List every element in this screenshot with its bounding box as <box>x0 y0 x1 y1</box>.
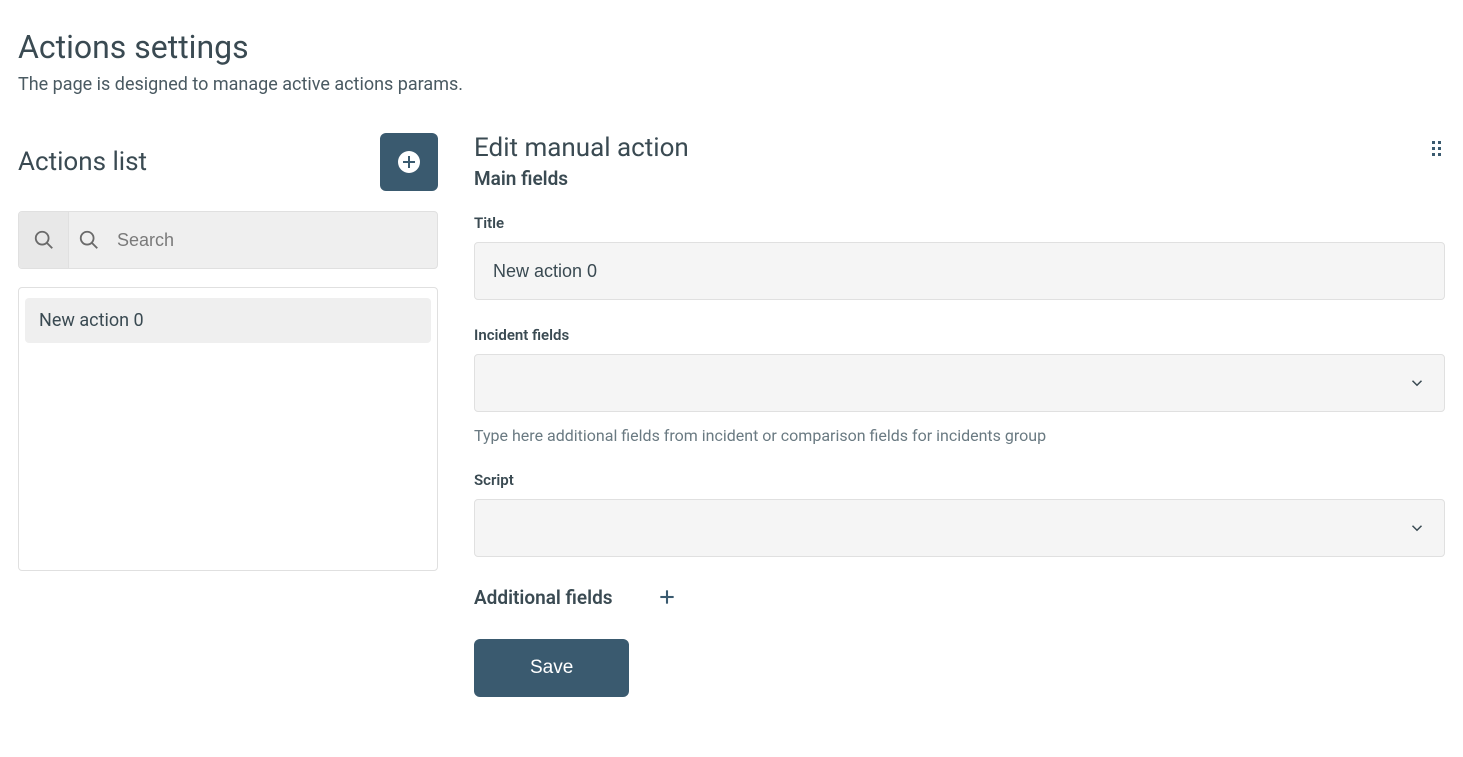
kebab-icon <box>1432 141 1441 144</box>
actions-list[interactable]: New action 0 <box>18 287 438 571</box>
add-additional-field-button[interactable] <box>653 583 681 611</box>
search-icon <box>33 229 55 251</box>
kebab-icon <box>1432 153 1441 156</box>
search-field-icon-box <box>69 229 109 251</box>
incident-fields-select[interactable] <box>474 354 1445 412</box>
script-field-group: Script <box>474 471 1445 557</box>
list-item[interactable]: New action 0 <box>25 298 431 343</box>
plus-circle-icon <box>397 150 421 174</box>
actions-list-title: Actions list <box>18 147 147 177</box>
search-icon <box>78 229 100 251</box>
title-label: Title <box>474 214 1445 232</box>
search-button[interactable] <box>19 212 69 268</box>
actions-list-sidebar: Actions list <box>18 133 438 697</box>
chevron-down-icon <box>1408 519 1426 537</box>
kebab-icon <box>1432 147 1441 150</box>
form-title: Edit manual action <box>474 133 689 163</box>
search-bar <box>18 211 438 269</box>
incident-fields-label: Incident fields <box>474 326 1445 344</box>
title-input[interactable] <box>474 242 1445 300</box>
script-label: Script <box>474 471 1445 489</box>
title-field-group: Title <box>474 214 1445 300</box>
save-button[interactable]: Save <box>474 639 629 697</box>
more-options-button[interactable] <box>1428 137 1445 160</box>
main-fields-section-title: Main fields <box>474 167 1445 190</box>
add-action-button[interactable] <box>380 133 438 191</box>
additional-fields-row: Additional fields <box>474 583 1445 611</box>
edit-action-form: Edit manual action Main fields Title Inc… <box>474 133 1445 697</box>
chevron-down-icon <box>1408 374 1426 392</box>
page-title: Actions settings <box>18 28 1445 66</box>
additional-fields-title: Additional fields <box>474 586 613 609</box>
incident-fields-helper: Type here additional fields from inciden… <box>474 426 1445 445</box>
page-subtitle: The page is designed to manage active ac… <box>18 74 1445 95</box>
script-select[interactable] <box>474 499 1445 557</box>
search-input[interactable] <box>109 212 437 268</box>
plus-icon <box>657 587 677 607</box>
incident-field-group: Incident fields Type here additional fie… <box>474 326 1445 445</box>
